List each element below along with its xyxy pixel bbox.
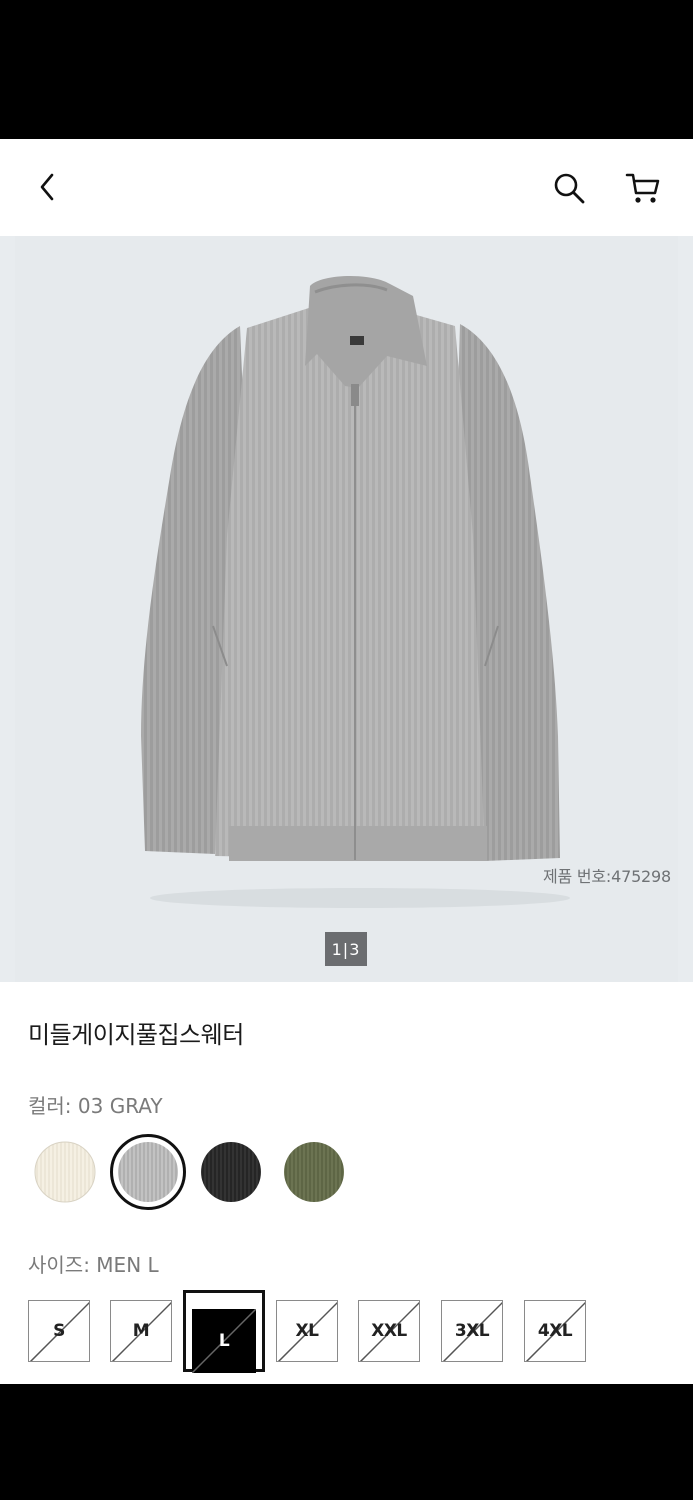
pager-total: 3 (349, 939, 361, 959)
size-label-xxl: XXL (371, 1321, 407, 1341)
size-option-l[interactable]: L (192, 1309, 256, 1373)
status-bar-area (0, 0, 693, 139)
size-option-xxl[interactable]: XXL (358, 1300, 420, 1362)
product-code: 제품 번호:475298 (542, 867, 671, 886)
pager-current: 1 (331, 939, 343, 959)
chevron-left-icon (40, 173, 54, 201)
olive-knit-swatch (284, 1142, 344, 1202)
size-label-m: M (132, 1321, 150, 1341)
size-label-xl: XL (295, 1321, 319, 1341)
gray-knit-swatch (118, 1142, 178, 1202)
cart-icon (625, 173, 660, 203)
color-label: 컬러: 03 GRAY (28, 1094, 163, 1118)
color-swatch-olive[interactable] (283, 1141, 345, 1203)
size-label-3xl: 3XL (454, 1321, 490, 1341)
color-swatch-ivory[interactable] (34, 1141, 96, 1203)
size-label: 사이즈: MEN L (28, 1253, 159, 1277)
size-option-3xl[interactable]: 3XL (441, 1300, 503, 1362)
size-option-s[interactable]: S (28, 1300, 90, 1362)
size-option-m[interactable]: M (110, 1300, 172, 1362)
size-label-l: L (218, 1331, 230, 1351)
size-label-s: S (53, 1321, 65, 1341)
product-name: 미들게이지풀집스웨터 (28, 1021, 244, 1049)
navigation-bar-area (0, 1384, 693, 1500)
cart-button[interactable] (621, 166, 665, 210)
size-option-4xl[interactable]: 4XL (524, 1300, 586, 1362)
black-knit-swatch (201, 1142, 261, 1202)
product-image-gallery[interactable]: 제품 번호:475298 1 | 3 (0, 236, 693, 982)
top-nav (0, 139, 693, 236)
ivory-knit-swatch (34, 1141, 96, 1203)
product-detail-page: 제품 번호:475298 1 | 3 미들게이지풀집스웨터 컬러: 03 GRA… (0, 139, 693, 1384)
back-button[interactable] (26, 165, 70, 209)
size-option-xl[interactable]: XL (276, 1300, 338, 1362)
search-icon (554, 173, 585, 204)
search-button[interactable] (547, 166, 591, 210)
color-swatch-black[interactable] (200, 1141, 262, 1203)
color-swatch-gray[interactable] (117, 1141, 179, 1203)
size-label-4xl: 4XL (537, 1321, 573, 1341)
image-pager: 1 | 3 (325, 932, 367, 966)
